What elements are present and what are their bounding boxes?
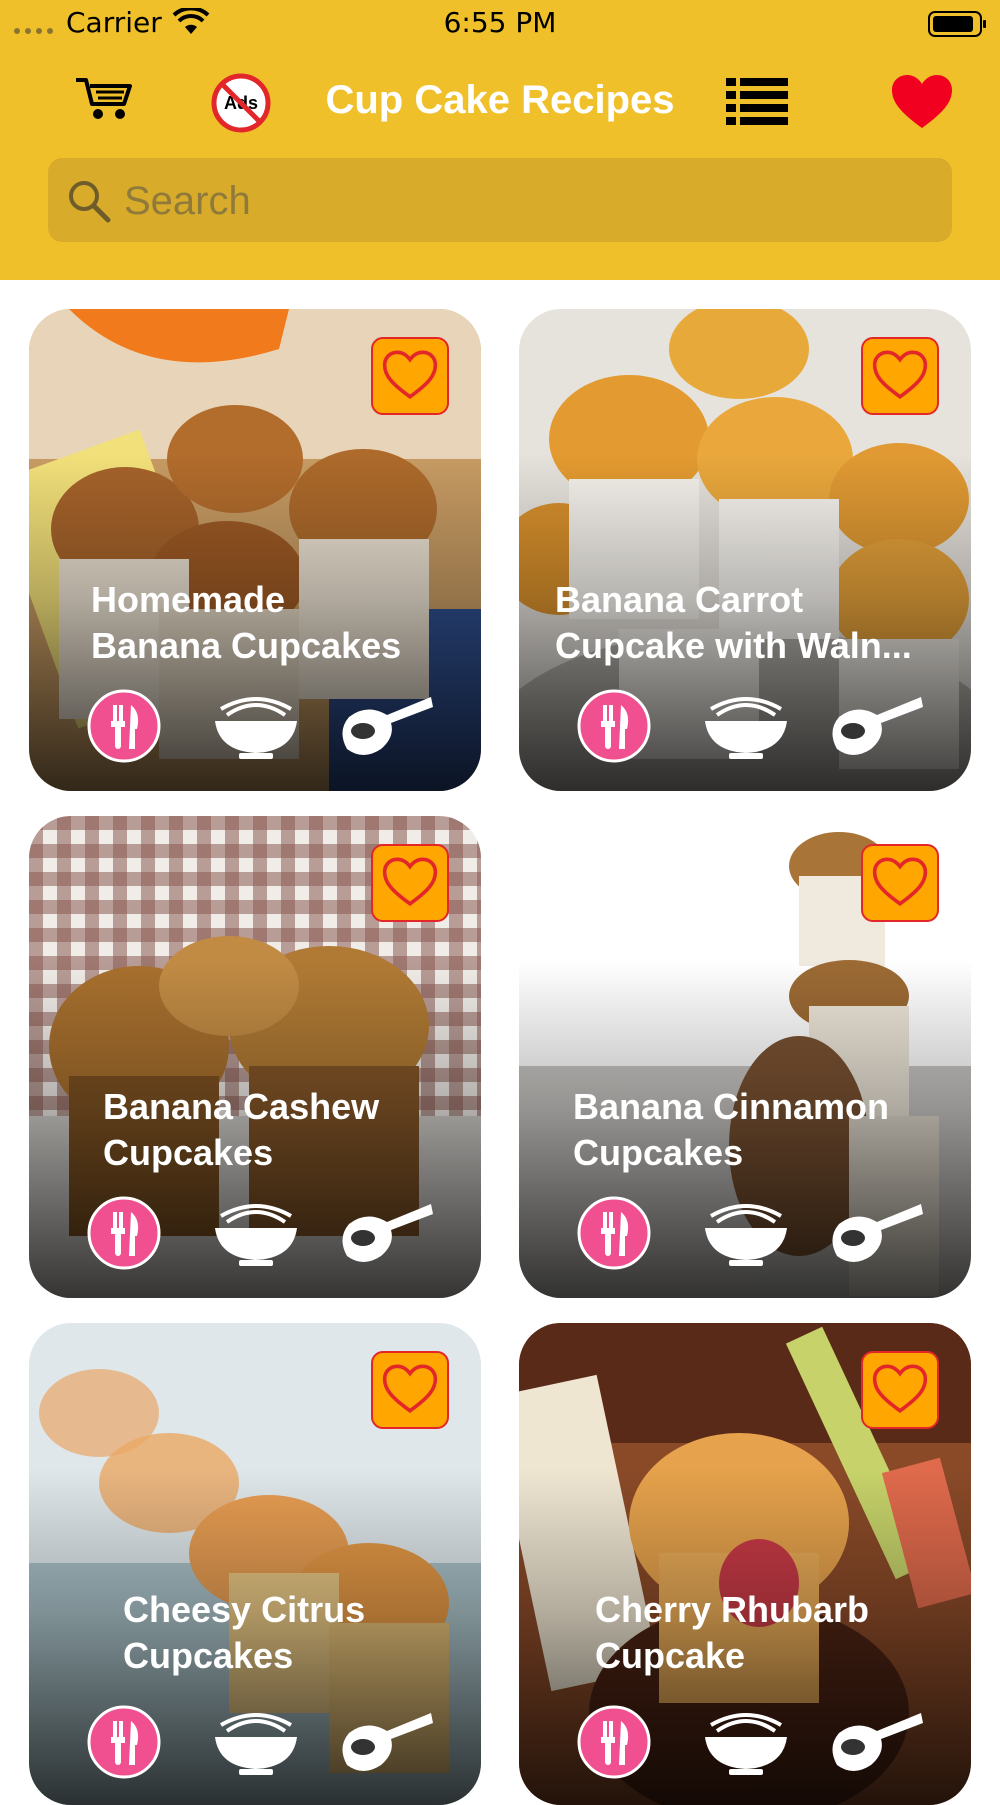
noodle-bowl-icon[interactable] [703,1198,789,1268]
search-bar[interactable] [48,158,952,244]
spoon-icon[interactable] [827,687,923,761]
cutlery-icon[interactable] [87,1705,161,1779]
heart-outline-icon [382,1364,438,1413]
spoon-icon[interactable] [827,1703,923,1777]
status-bar: Carrier 6:55 PM [0,0,1000,46]
search-input[interactable] [122,158,926,244]
heart-outline-icon [382,857,438,906]
list-icon[interactable] [726,76,788,126]
recipe-card[interactable]: Homemade Banana Cupcakes [29,309,481,791]
status-time: 6:55 PM [443,6,557,39]
recipe-card[interactable]: Banana Cinnamon Cupcakes [519,816,971,1298]
noodle-bowl-icon[interactable] [213,1707,299,1777]
app-header: Carrier 6:55 PM Ads Cup Cake Recipes [0,0,1000,280]
noodle-bowl-icon[interactable] [703,1707,789,1777]
cutlery-icon[interactable] [87,689,161,763]
recipe-title: Homemade Banana Cupcakes [91,579,402,666]
search-icon [69,181,111,223]
recipe-card[interactable]: Banana Carrot Cupcake with Waln... [519,309,971,791]
noodle-bowl-icon[interactable] [213,691,299,761]
battery-icon [928,11,986,37]
heart-icon[interactable] [890,74,954,130]
cutlery-icon[interactable] [87,1196,161,1270]
recipe-title: Cherry Rhubarb Cupcake [595,1589,870,1676]
cutlery-icon[interactable] [577,689,651,763]
spoon-icon[interactable] [337,1194,433,1268]
favorite-button[interactable] [861,1351,939,1429]
spoon-icon[interactable] [827,1194,923,1268]
heart-outline-icon [382,350,438,399]
favorite-button[interactable] [861,844,939,922]
noodle-bowl-icon[interactable] [213,1198,299,1268]
heart-outline-icon [872,1364,928,1413]
favorite-button[interactable] [371,844,449,922]
recipe-grid: Homemade Banana Cupcakes Banana Carrot C… [0,280,1000,1805]
favorite-button[interactable] [861,337,939,415]
recipe-title: Banana Cinnamon Cupcakes [573,1086,890,1173]
heart-outline-icon [872,350,928,399]
recipe-card[interactable]: Cherry Rhubarb Cupcake [519,1323,971,1805]
cutlery-icon[interactable] [577,1196,651,1270]
heart-outline-icon [872,857,928,906]
favorite-button[interactable] [371,1351,449,1429]
spoon-icon[interactable] [337,687,433,761]
favorite-button[interactable] [371,337,449,415]
spoon-icon[interactable] [337,1703,433,1777]
recipe-title: Cheesy Citrus Cupcakes [123,1589,366,1676]
noodle-bowl-icon[interactable] [703,691,789,761]
page-title: Cup Cake Recipes [325,78,675,122]
recipe-card[interactable]: Banana Cashew Cupcakes [29,816,481,1298]
recipe-card[interactable]: Cheesy Citrus Cupcakes [29,1323,481,1805]
recipe-title: Banana Cashew Cupcakes [103,1086,380,1173]
recipe-title: Banana Carrot Cupcake with Waln... [555,579,912,666]
cutlery-icon[interactable] [577,1705,651,1779]
